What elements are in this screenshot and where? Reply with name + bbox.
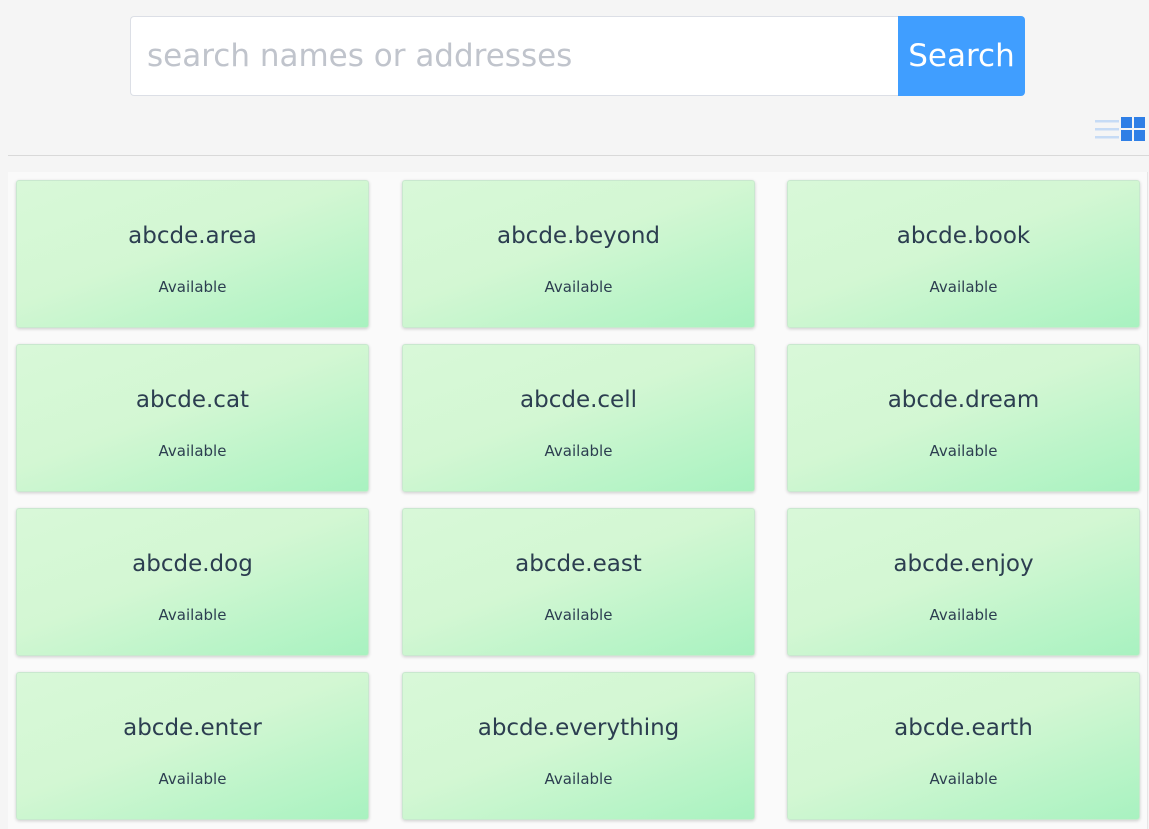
- result-status: Available: [929, 606, 998, 624]
- results-grid: abcde.area Available abcde.beyond Availa…: [8, 172, 1148, 829]
- grid-icon: [1121, 117, 1145, 141]
- result-name: abcde.cat: [135, 387, 250, 413]
- result-card[interactable]: abcde.cell Available: [402, 344, 755, 492]
- result-name: abcde.enter: [123, 715, 262, 741]
- search-bar: Search: [130, 16, 1025, 96]
- result-name: abcde.cell: [520, 387, 637, 413]
- result-card[interactable]: abcde.cat Available: [16, 344, 369, 492]
- result-status: Available: [544, 442, 613, 460]
- result-status: Available: [158, 442, 227, 460]
- result-name: abcde.beyond: [496, 223, 660, 249]
- list-view-button[interactable]: [1095, 117, 1119, 141]
- result-card[interactable]: abcde.earth Available: [787, 672, 1140, 820]
- result-name: abcde.enjoy: [893, 551, 1034, 577]
- result-name: abcde.dream: [887, 387, 1040, 413]
- result-name: abcde.book: [896, 223, 1031, 249]
- result-status: Available: [929, 442, 998, 460]
- grid-view-button[interactable]: [1121, 117, 1145, 141]
- result-status: Available: [929, 278, 998, 296]
- divider: [8, 155, 1149, 156]
- result-card[interactable]: abcde.area Available: [16, 180, 369, 328]
- result-name: abcde.everything: [477, 715, 680, 741]
- result-name: abcde.dog: [132, 551, 253, 577]
- result-status: Available: [158, 606, 227, 624]
- result-status: Available: [544, 770, 613, 788]
- result-card[interactable]: abcde.beyond Available: [402, 180, 755, 328]
- result-card[interactable]: abcde.book Available: [787, 180, 1140, 328]
- result-card[interactable]: abcde.dog Available: [16, 508, 369, 656]
- result-card[interactable]: abcde.enjoy Available: [787, 508, 1140, 656]
- result-name: abcde.earth: [894, 715, 1033, 741]
- result-status: Available: [929, 770, 998, 788]
- result-card[interactable]: abcde.dream Available: [787, 344, 1140, 492]
- view-toggle: [1095, 117, 1147, 143]
- result-name: abcde.area: [128, 223, 257, 249]
- result-card[interactable]: abcde.everything Available: [402, 672, 755, 820]
- result-status: Available: [544, 278, 613, 296]
- result-card[interactable]: abcde.east Available: [402, 508, 755, 656]
- result-card[interactable]: abcde.enter Available: [16, 672, 369, 820]
- search-button[interactable]: Search: [898, 16, 1025, 96]
- list-icon: [1095, 120, 1119, 139]
- result-status: Available: [158, 278, 227, 296]
- result-status: Available: [158, 770, 227, 788]
- search-input[interactable]: [130, 16, 898, 96]
- result-name: abcde.east: [515, 551, 642, 577]
- result-status: Available: [544, 606, 613, 624]
